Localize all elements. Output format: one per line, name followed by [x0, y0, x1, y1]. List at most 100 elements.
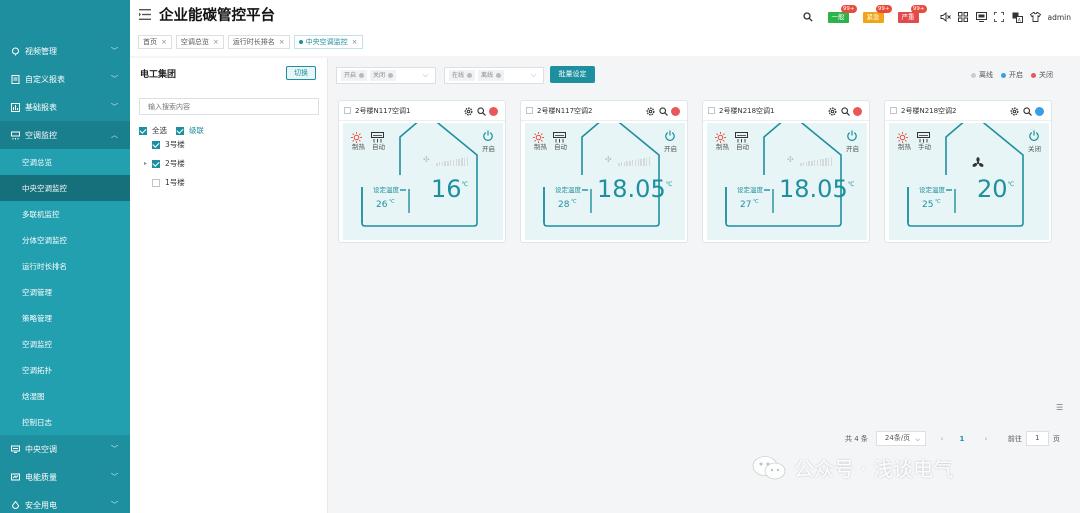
search-icon[interactable]: [840, 106, 850, 116]
sidebar-group-report[interactable]: 自定义报表 ﹀: [0, 65, 130, 93]
select-all-checkbox[interactable]: [139, 126, 147, 135]
sidebar-item[interactable]: 空调管理: [0, 279, 130, 305]
sidebar-item[interactable]: 焓湿图: [0, 383, 130, 409]
fan-speed-bar: [631, 160, 634, 166]
tree-expander-icon[interactable]: ▸: [144, 160, 152, 167]
tree-node[interactable]: 3号楼: [144, 139, 185, 150]
chip-close-icon[interactable]: [359, 73, 365, 78]
goto-label: 前往: [1007, 434, 1022, 443]
alert-badge-button[interactable]: 一般 99+: [827, 4, 857, 23]
tree-node-checkbox[interactable]: [152, 178, 160, 187]
screen-icon[interactable]: [975, 12, 987, 23]
cascade-checkbox[interactable]: [176, 126, 184, 135]
settings-icon[interactable]: [645, 106, 655, 116]
tab-item[interactable]: 中央空调监控 ×: [293, 35, 363, 49]
ac-card[interactable]: 2号楼N117空调2 制热 自动 开启 ✣ 设定温度 28 ℃ 18.05℃: [520, 100, 688, 243]
sidebar-group-power-quality[interactable]: 电能质量 ﹀: [0, 463, 130, 491]
set-temp-label: 设定温度: [555, 186, 581, 194]
tab-item[interactable]: 空调总览 ×: [175, 35, 224, 49]
online-filter-select[interactable]: 在线 离线 ⌵: [444, 67, 544, 84]
sidebar-item[interactable]: 多联机监控: [0, 201, 130, 227]
page-size-select[interactable]: 24条/页 ⌵: [875, 431, 926, 446]
set-temp-value[interactable]: 28 ℃: [558, 199, 577, 210]
power-icon[interactable]: [846, 127, 858, 141]
current-temp: 18.05℃: [597, 175, 672, 203]
close-icon[interactable]: ×: [352, 36, 358, 48]
search-icon[interactable]: [658, 106, 668, 116]
tree-node[interactable]: 1号楼: [144, 177, 185, 188]
tab-label: 中央空调监控: [305, 38, 348, 46]
ac-card-checkbox[interactable]: [890, 107, 897, 114]
grid-icon[interactable]: [958, 12, 969, 23]
settings-icon[interactable]: [1009, 106, 1019, 116]
chip-close-icon[interactable]: [496, 73, 502, 78]
power-filter-select[interactable]: 开启 关闭 ⌵: [336, 67, 436, 84]
power-chip-on[interactable]: 开启: [341, 70, 368, 81]
tree-node-checkbox[interactable]: [152, 140, 160, 149]
ac-card[interactable]: 2号楼N218空调2 制热 手动 关闭 设定温度 25 ℃ 20℃: [884, 100, 1052, 243]
power-chip-off[interactable]: 关闭: [370, 70, 397, 81]
power-icon[interactable]: [1028, 127, 1040, 141]
page-number[interactable]: 1: [954, 435, 970, 443]
sidebar-group-ac[interactable]: 空调监控 ︿: [0, 121, 130, 149]
sidebar-item[interactable]: 空调总览: [0, 149, 130, 175]
set-temp-value[interactable]: 26 ℃: [376, 199, 395, 210]
chip-close-icon[interactable]: [388, 73, 394, 78]
search-icon[interactable]: [1022, 106, 1032, 116]
batch-set-button[interactable]: 批量设定: [550, 66, 595, 83]
switch-button[interactable]: 切换: [286, 66, 316, 80]
alert-badge-button[interactable]: 严重 99+: [897, 4, 927, 23]
search-icon[interactable]: [476, 106, 486, 116]
tree-node-label: 1号楼: [165, 178, 185, 187]
main-content: 开启 关闭 ⌵ 在线 离线 ⌵ 批量设定 离线 开启 关闭 2号楼N117空调1 制热…: [330, 58, 1068, 513]
power-icon[interactable]: [664, 127, 676, 141]
tree-search-input[interactable]: [139, 98, 319, 115]
tab-item[interactable]: 运行时长排名 ×: [227, 35, 290, 49]
theme-icon[interactable]: [1029, 12, 1041, 23]
close-icon[interactable]: ×: [161, 36, 167, 48]
sidebar-item[interactable]: 策略管理: [0, 305, 130, 331]
settings-icon[interactable]: [827, 106, 837, 116]
sidebar-group-safety[interactable]: 安全用电 ﹀: [0, 491, 130, 513]
fullscreen-icon[interactable]: [994, 12, 1005, 23]
ac-card-checkbox[interactable]: [344, 107, 351, 114]
sidebar-item[interactable]: 控制日志: [0, 409, 130, 435]
fan-mode-label: 自动: [372, 143, 385, 151]
list-settings-icon[interactable]: ☰: [1056, 403, 1066, 413]
set-temp-value[interactable]: 27 ℃: [740, 199, 759, 210]
ac-card[interactable]: 2号楼N218空调1 制热 自动 开启 ✣ 设定温度 27 ℃ 18.05℃: [702, 100, 870, 243]
goto-page-input[interactable]: 1: [1025, 431, 1049, 446]
user-name[interactable]: admin: [1048, 13, 1072, 22]
ac-card-checkbox[interactable]: [708, 107, 715, 114]
tree-node-checkbox[interactable]: [152, 159, 160, 168]
sidebar-group-central-ac[interactable]: 中央空调 ﹀: [0, 435, 130, 463]
sidebar-group-video[interactable]: 视频管理 ﹀: [0, 37, 130, 65]
search-icon[interactable]: [803, 12, 814, 23]
sidebar-item[interactable]: 运行时长排名: [0, 253, 130, 279]
set-temp-value[interactable]: 25 ℃: [922, 199, 941, 210]
close-icon[interactable]: ×: [279, 36, 285, 48]
settings-icon[interactable]: [463, 106, 473, 116]
prev-page-button[interactable]: ‹: [934, 435, 950, 443]
mute-icon[interactable]: [940, 12, 951, 23]
ac-card-header: 2号楼N218空调1: [703, 101, 869, 121]
close-icon[interactable]: ×: [213, 36, 219, 48]
language-icon[interactable]: A: [1012, 12, 1023, 23]
alert-badge-button[interactable]: 紧急 99+: [862, 4, 892, 23]
sidebar-item[interactable]: 中央空调监控: [0, 175, 130, 201]
online-chip[interactable]: 在线: [449, 70, 476, 81]
menu-toggle-icon[interactable]: [139, 9, 151, 20]
set-temp-label: 设定温度: [373, 186, 399, 194]
ac-card[interactable]: 2号楼N117空调1 制热 自动 开启 ✣ 设定温度 26 ℃ 16℃: [338, 100, 506, 243]
tree-node[interactable]: ▸ 2号楼: [144, 158, 185, 169]
ac-card-checkbox[interactable]: [526, 107, 533, 114]
power-icon[interactable]: [482, 127, 494, 141]
sidebar-item[interactable]: 分体空调监控: [0, 227, 130, 253]
next-page-button[interactable]: ›: [978, 435, 994, 443]
sidebar-item[interactable]: 空调拓扑: [0, 357, 130, 383]
sidebar-group-chart-report[interactable]: 基础报表 ﹀: [0, 93, 130, 121]
offline-chip[interactable]: 离线: [478, 70, 505, 81]
tab-item[interactable]: 首页 ×: [138, 35, 172, 49]
sidebar-item[interactable]: 空调监控: [0, 331, 130, 357]
chip-close-icon[interactable]: [467, 73, 473, 78]
